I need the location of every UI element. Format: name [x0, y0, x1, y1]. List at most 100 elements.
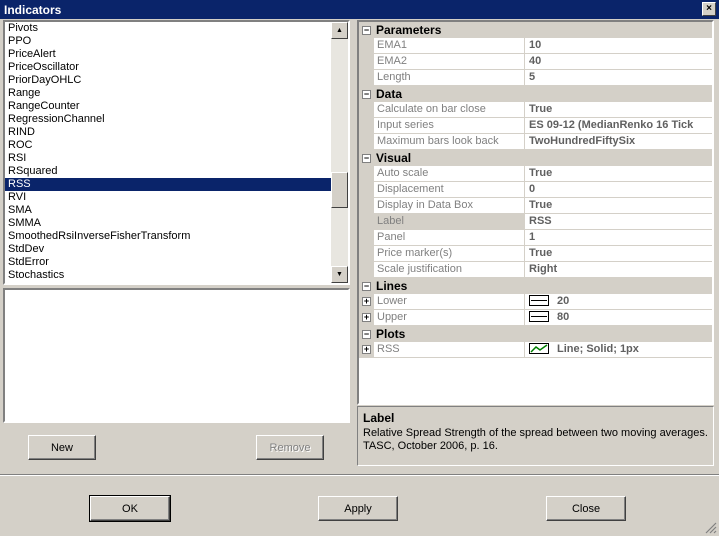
- row-gutter: +: [359, 294, 374, 310]
- list-item[interactable]: PPO: [5, 35, 331, 48]
- scroll-thumb[interactable]: [331, 172, 348, 208]
- indicator-list[interactable]: Pivots PPO PriceAlert PriceOscillator PriorD…: [3, 20, 350, 285]
- property-value[interactable]: ES 09-12 (MedianRenko 16 Tick: [525, 118, 712, 134]
- property-value[interactable]: 40: [525, 54, 712, 70]
- property-value[interactable]: 0: [525, 182, 712, 198]
- property-row[interactable]: Panel 1: [359, 230, 712, 246]
- collapse-icon[interactable]: −: [362, 281, 371, 291]
- expand-icon[interactable]: +: [362, 313, 371, 322]
- property-value[interactable]: RSS: [525, 214, 712, 230]
- property-name: Length: [374, 70, 525, 86]
- property-row[interactable]: Length 5: [359, 70, 712, 86]
- property-value[interactable]: True: [525, 246, 712, 262]
- property-name: Upper: [374, 310, 525, 326]
- property-value[interactable]: True: [525, 166, 712, 182]
- list-item[interactable]: ROC: [5, 139, 331, 152]
- property-row[interactable]: Calculate on bar close True: [359, 102, 712, 118]
- property-name: EMA2: [374, 54, 525, 70]
- list-item[interactable]: StdError: [5, 256, 331, 269]
- scroll-down-icon[interactable]: ▼: [331, 266, 348, 283]
- property-value-text: RSS: [529, 215, 552, 227]
- property-row[interactable]: EMA1 10: [359, 38, 712, 54]
- property-value[interactable]: Right: [525, 262, 712, 278]
- property-value[interactable]: True: [525, 198, 712, 214]
- row-gutter: [359, 166, 374, 182]
- row-gutter: [359, 102, 374, 118]
- property-value[interactable]: True: [525, 102, 712, 118]
- row-gutter: [359, 38, 374, 54]
- help-title: Label: [363, 411, 395, 425]
- property-row[interactable]: Price marker(s) True: [359, 246, 712, 262]
- category-lines[interactable]: − Lines: [359, 278, 712, 294]
- list-item[interactable]: SMMA: [5, 217, 331, 230]
- list-item[interactable]: PriceOscillator: [5, 61, 331, 74]
- property-row[interactable]: Scale justification Right: [359, 262, 712, 278]
- list-item[interactable]: SMA: [5, 204, 331, 217]
- property-name: RSS: [374, 342, 525, 358]
- property-row[interactable]: Displacement 0: [359, 182, 712, 198]
- close-button[interactable]: Close: [546, 496, 626, 521]
- list-item[interactable]: Pivots: [5, 22, 331, 35]
- property-row[interactable]: + Upper 80: [359, 310, 712, 326]
- row-gutter: [359, 262, 374, 278]
- property-row[interactable]: Maximum bars look back TwoHundredFiftySix: [359, 134, 712, 150]
- list-item[interactable]: RSquared: [5, 165, 331, 178]
- property-name: Scale justification: [374, 262, 525, 278]
- property-row[interactable]: Auto scale True: [359, 166, 712, 182]
- expand-icon[interactable]: +: [362, 345, 371, 354]
- list-item[interactable]: RIND: [5, 126, 331, 139]
- property-name: Lower: [374, 294, 525, 310]
- line-icon: [529, 310, 549, 322]
- property-name: Input series: [374, 118, 525, 134]
- property-value[interactable]: 1: [525, 230, 712, 246]
- category-data[interactable]: − Data: [359, 86, 712, 102]
- list-item[interactable]: RSI: [5, 152, 331, 165]
- collapse-icon[interactable]: −: [362, 25, 371, 35]
- row-gutter: [359, 230, 374, 246]
- property-value[interactable]: TwoHundredFiftySix: [525, 134, 712, 150]
- expand-icon[interactable]: +: [362, 297, 371, 306]
- applied-indicators-list[interactable]: [3, 288, 350, 423]
- property-value[interactable]: 20: [525, 294, 712, 310]
- scroll-up-icon[interactable]: ▲: [331, 22, 348, 39]
- property-value-text: TwoHundredFiftySix: [529, 135, 636, 147]
- property-row[interactable]: + Lower 20: [359, 294, 712, 310]
- collapse-icon[interactable]: −: [362, 153, 371, 163]
- indicator-list-scrollbar[interactable]: ▲ ▼: [331, 22, 348, 283]
- list-item[interactable]: PriorDayOHLC: [5, 74, 331, 87]
- list-item[interactable]: Range: [5, 87, 331, 100]
- property-row[interactable]: + RSS Line; Solid; 1px: [359, 342, 712, 358]
- collapse-icon[interactable]: −: [362, 89, 371, 99]
- category-parameters[interactable]: − Parameters: [359, 22, 712, 38]
- property-row[interactable]: Label RSS: [359, 214, 712, 230]
- apply-button[interactable]: Apply: [318, 496, 398, 521]
- property-value[interactable]: 5: [525, 70, 712, 86]
- category-plots[interactable]: − Plots: [359, 326, 712, 342]
- property-value[interactable]: 10: [525, 38, 712, 54]
- new-button[interactable]: New: [28, 435, 96, 460]
- ok-button[interactable]: OK: [89, 495, 171, 522]
- list-item[interactable]: RegressionChannel: [5, 113, 331, 126]
- category-visual[interactable]: − Visual: [359, 150, 712, 166]
- list-item[interactable]: StdDev: [5, 243, 331, 256]
- property-value-text: 0: [529, 183, 536, 195]
- close-window-icon[interactable]: ×: [702, 2, 716, 16]
- list-item[interactable]: RangeCounter: [5, 100, 331, 113]
- property-value-text: Line; Solid; 1px: [557, 343, 639, 355]
- remove-button[interactable]: Remove: [256, 435, 324, 460]
- property-grid[interactable]: − Parameters EMA1 10 EMA2 40 Length 5− Data Calcu…: [357, 20, 714, 405]
- list-item[interactable]: RVI: [5, 191, 331, 204]
- resize-grip-icon[interactable]: [705, 522, 717, 534]
- property-value[interactable]: Line; Solid; 1px: [525, 342, 712, 358]
- line-icon: [529, 294, 549, 306]
- property-row[interactable]: Input series ES 09-12 (MedianRenko 16 Tic…: [359, 118, 712, 134]
- row-gutter: [359, 214, 374, 230]
- list-item[interactable]: SmoothedRsiInverseFisherTransform: [5, 230, 331, 243]
- list-item[interactable]: Stochastics: [5, 269, 331, 282]
- property-value[interactable]: 80: [525, 310, 712, 326]
- list-item[interactable]: PriceAlert: [5, 48, 331, 61]
- list-item[interactable]: RSS: [5, 178, 331, 191]
- collapse-icon[interactable]: −: [362, 329, 371, 339]
- property-row[interactable]: Display in Data Box True: [359, 198, 712, 214]
- property-row[interactable]: EMA2 40: [359, 54, 712, 70]
